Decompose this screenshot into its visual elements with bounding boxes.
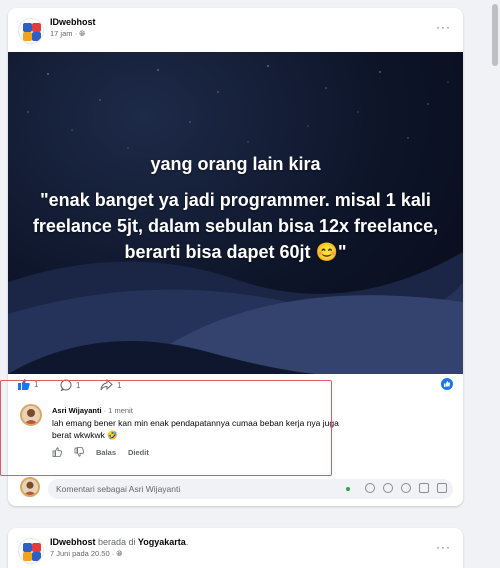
logo-square-red: [32, 23, 41, 32]
next-post-author[interactable]: IDwebhost: [50, 537, 96, 547]
person-avatar-icon: [23, 481, 37, 495]
commenter-avatar[interactable]: [20, 404, 42, 426]
comment-actions: Balas Diedit: [52, 447, 352, 457]
like-icon: [18, 379, 30, 390]
comments-section: Asri Wijayanti · 1 menit lah emang bener…: [8, 396, 463, 506]
share-icon: [100, 379, 113, 391]
globe-icon: 🌐︎: [79, 29, 86, 38]
more-options-icon[interactable]: ···: [436, 20, 451, 34]
next-post-header: IDwebhost berada di Yogyakarta. 7 Juni p…: [8, 528, 463, 568]
post-image[interactable]: yang orang lain kira "enak banget ya jad…: [8, 52, 463, 374]
post-meta: IDwebhost 17 jam · 🌐︎: [50, 17, 96, 39]
comment-author[interactable]: Asri Wijayanti: [52, 406, 102, 415]
comment-author-line: Asri Wijayanti · 1 menit: [52, 406, 352, 415]
logo-square-orange: [23, 552, 32, 561]
post-header: IDwebhost 17 jam · 🌐︎ ···: [8, 8, 463, 52]
scrollbar-thumb[interactable]: [492, 4, 498, 66]
post-author[interactable]: IDwebhost: [50, 17, 96, 27]
share-count-label: 1: [117, 380, 122, 390]
comment-input-placeholder: Komentari sebagai Asri Wijayanti: [56, 484, 181, 494]
logo-square-orange: [23, 32, 32, 41]
post-card: IDwebhost 17 jam · 🌐︎ ··· yang orang lai…: [8, 8, 463, 506]
post-stats-bar: 1 1 1: [8, 374, 463, 396]
like-count[interactable]: 1: [18, 379, 38, 390]
gif-icon[interactable]: [383, 483, 393, 493]
next-post-at-label: berada di: [98, 537, 136, 547]
comment-count-label: 1: [76, 380, 81, 390]
reply-button[interactable]: Balas: [96, 448, 116, 457]
next-post-card: IDwebhost berada di Yogyakarta. 7 Juni p…: [8, 528, 463, 568]
next-post-location[interactable]: Yogyakarta: [138, 537, 186, 547]
post-time[interactable]: 17 jam · 🌐︎: [50, 29, 96, 39]
next-post-time-label: 7 Juni pada 20.50 ·: [50, 549, 117, 558]
next-post-author-line: IDwebhost berada di Yogyakarta.: [50, 537, 188, 547]
like-reaction-icon[interactable]: [441, 378, 453, 390]
comment-composer: Komentari sebagai Asri Wijayanti: [20, 477, 453, 499]
comment-icon: [60, 379, 72, 391]
person-avatar-icon: [24, 409, 38, 424]
comment-input[interactable]: Komentari sebagai Asri Wijayanti: [48, 479, 453, 499]
news-feed: IDwebhost 17 jam · 🌐︎ ··· yang orang lai…: [8, 8, 463, 568]
comment-count[interactable]: 1: [60, 379, 80, 391]
page-avatar[interactable]: [18, 538, 44, 564]
image-headline: yang orang lain kira: [150, 154, 321, 174]
logo-square-blue-2: [32, 32, 41, 41]
image-caption: yang orang lain kira "enak banget ya jad…: [8, 154, 463, 265]
avatar-sticker-icon[interactable]: [365, 483, 375, 493]
scrollbar[interactable]: [488, 0, 500, 532]
page-avatar[interactable]: [18, 18, 44, 44]
logo-square-blue: [23, 543, 32, 552]
online-indicator: [346, 487, 350, 491]
comment-time[interactable]: · 1 menit: [102, 406, 133, 415]
comment-text: lah emang bener kan min enak pendapatann…: [52, 418, 339, 440]
comment-body: Asri Wijayanti · 1 menit lah emang bener…: [52, 406, 352, 457]
next-post-location-period: .: [185, 537, 189, 547]
post-time-label: 17 jam ·: [50, 29, 80, 38]
image-quote: "enak banget ya jadi programmer. misal 1…: [32, 190, 439, 262]
share-count[interactable]: 1: [100, 379, 121, 391]
composer-tools: [365, 483, 447, 493]
next-post-meta: IDwebhost berada di Yogyakarta. 7 Juni p…: [50, 537, 188, 559]
sticker-icon[interactable]: [437, 483, 447, 493]
comment-like-icon[interactable]: [52, 447, 62, 457]
more-options-icon[interactable]: ···: [436, 540, 451, 554]
globe-icon: 🌐︎: [116, 549, 123, 558]
comment-dislike-icon[interactable]: [74, 447, 84, 457]
like-count-label: 1: [34, 380, 39, 389]
composer-avatar[interactable]: [20, 477, 40, 497]
next-post-time[interactable]: 7 Juni pada 20.50 · 🌐︎: [50, 549, 188, 559]
logo-square-red: [32, 543, 41, 552]
camera-icon[interactable]: [419, 483, 429, 493]
edited-label[interactable]: Diedit: [128, 448, 149, 457]
emoji-icon[interactable]: [401, 483, 411, 493]
logo-square-blue: [23, 23, 32, 32]
logo-square-blue-2: [32, 552, 41, 561]
